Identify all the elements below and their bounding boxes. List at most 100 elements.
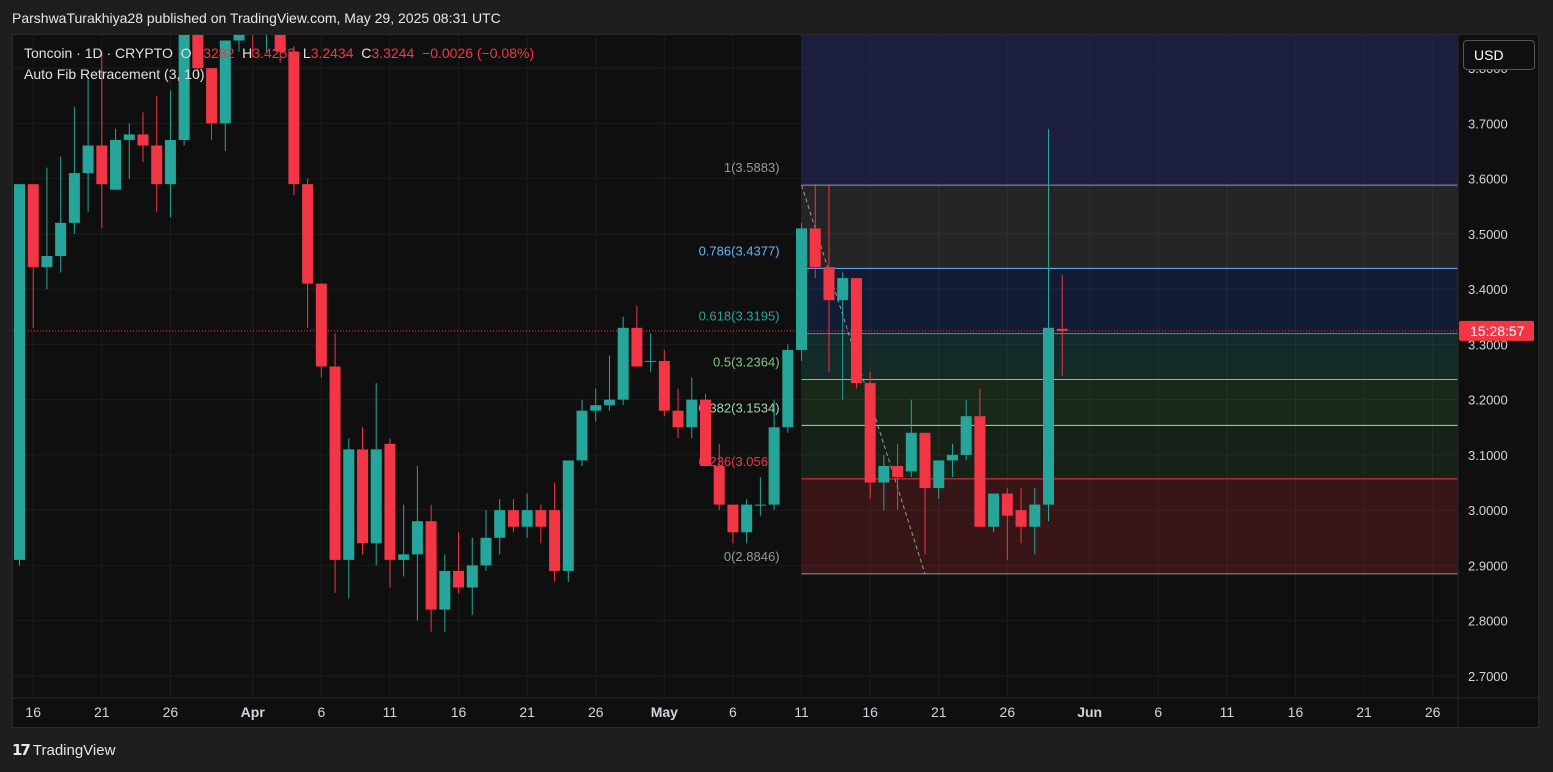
fib-level-label: 0(2.8846) — [724, 549, 780, 564]
candle-body[interactable] — [535, 510, 547, 527]
tradingview-brand: TradingView — [32, 741, 116, 759]
candle-body[interactable] — [974, 416, 986, 527]
candle-body[interactable] — [631, 327, 643, 367]
candle-body[interactable] — [905, 432, 917, 472]
candle-body[interactable] — [713, 465, 725, 505]
candle-body[interactable] — [315, 283, 327, 367]
candle-body[interactable] — [27, 184, 39, 268]
candle-body[interactable] — [233, 18, 245, 41]
time-tick-label: 26 — [588, 704, 604, 720]
candle-body[interactable] — [1029, 504, 1041, 527]
time-tick-label: 16 — [862, 704, 878, 720]
time-tick-label: Jun — [1077, 704, 1102, 720]
candle-body[interactable] — [864, 383, 876, 483]
close-label: C — [361, 45, 372, 61]
time-tick-label: 26 — [1425, 704, 1441, 720]
candle-body[interactable] — [754, 504, 766, 506]
candle-body[interactable] — [1056, 328, 1068, 331]
candle-body[interactable] — [933, 460, 945, 489]
candle-body[interactable] — [549, 510, 561, 571]
candle-body[interactable] — [700, 399, 711, 466]
candle-body[interactable] — [370, 449, 382, 544]
candle-body[interactable] — [123, 134, 135, 140]
candle-body[interactable] — [603, 399, 615, 406]
time-tick-label: 26 — [1000, 704, 1016, 720]
candle-body[interactable] — [645, 360, 657, 362]
low-value: 3.2434 — [310, 45, 354, 61]
candle-body[interactable] — [672, 410, 684, 428]
candle-body[interactable] — [137, 134, 149, 146]
candle-body[interactable] — [658, 360, 670, 411]
candle-body[interactable] — [727, 504, 739, 533]
tradingview-logo-icon: 𝟭𝟳 — [12, 742, 31, 759]
candle-body[interactable] — [14, 184, 25, 560]
open-value: 3.3282 — [191, 45, 235, 61]
candlestick-chart[interactable]: 1(3.5883) 0.786(3.4377) 0.618(3.3195) 0.5(3… — [0, 0, 1553, 772]
candle-body[interactable] — [110, 139, 122, 190]
candle-body[interactable] — [288, 51, 300, 185]
time-tick-label: 6 — [1154, 704, 1162, 720]
candle-body[interactable] — [55, 222, 67, 256]
candle-body[interactable] — [946, 454, 958, 461]
time-tick-label: 21 — [519, 704, 535, 720]
candle-body[interactable] — [466, 565, 478, 588]
candle-body[interactable] — [82, 145, 94, 174]
candle-body[interactable] — [809, 228, 821, 268]
time-tick-label: 11 — [1220, 704, 1235, 720]
candle-body[interactable] — [302, 184, 314, 284]
candle-body[interactable] — [96, 145, 108, 185]
candle-body[interactable] — [576, 410, 588, 461]
candle-body[interactable] — [782, 349, 794, 428]
fib-level-label: 0.618(3.3195) — [699, 309, 780, 324]
candle-body[interactable] — [411, 521, 423, 555]
candle-body[interactable] — [68, 173, 80, 223]
candle-body[interactable] — [988, 493, 1000, 527]
candle-body[interactable] — [521, 510, 533, 527]
candle-body[interactable] — [384, 443, 396, 560]
candle-body[interactable] — [562, 460, 574, 571]
candle-body[interactable] — [850, 278, 862, 384]
candle-body[interactable] — [823, 267, 835, 301]
currency-button[interactable]: USD — [1463, 40, 1535, 70]
candle-body[interactable] — [507, 510, 519, 527]
candle-body[interactable] — [453, 570, 465, 588]
fib-zone — [801, 185, 1458, 269]
close-value: 3.3244 — [371, 45, 415, 61]
candle-body[interactable] — [261, 29, 272, 35]
open-label: O — [180, 45, 192, 61]
time-tick-label: 16 — [451, 704, 467, 720]
candle-body[interactable] — [494, 510, 506, 538]
fib-zone — [801, 379, 1458, 426]
candle-body[interactable] — [480, 537, 492, 566]
candle-body[interactable] — [164, 139, 176, 185]
candle-body[interactable] — [343, 449, 355, 560]
candle-body[interactable] — [919, 432, 931, 489]
candle-body[interactable] — [892, 465, 904, 477]
candle-body[interactable] — [247, 18, 258, 35]
candle-body[interactable] — [357, 449, 368, 544]
candle-body[interactable] — [590, 405, 602, 411]
candle-body[interactable] — [1001, 493, 1013, 516]
candle-body[interactable] — [425, 521, 437, 610]
candle-body[interactable] — [1015, 510, 1027, 527]
candle-body[interactable] — [617, 327, 629, 400]
fib-level-label: 1(3.5883) — [724, 160, 780, 175]
candle-body[interactable] — [206, 68, 218, 124]
candle-body[interactable] — [41, 256, 53, 268]
candle-body[interactable] — [398, 554, 410, 560]
candle-body[interactable] — [329, 366, 341, 560]
candle-body[interactable] — [796, 228, 808, 350]
candle-body[interactable] — [878, 465, 890, 483]
tradingview-logo[interactable]: 𝟭𝟳 TradingView — [12, 741, 116, 760]
candle-body[interactable] — [686, 399, 698, 428]
indicator-legend[interactable]: Auto Fib Retracement (3, 10) — [24, 66, 205, 82]
candle-body[interactable] — [768, 427, 780, 505]
candle-body[interactable] — [837, 278, 849, 301]
candle-body[interactable] — [960, 416, 972, 455]
candle-body[interactable] — [1043, 327, 1054, 505]
candle-body[interactable] — [151, 145, 163, 185]
candle-body[interactable] — [439, 570, 451, 610]
symbol-label: Toncoin · 1D · CRYPTO — [24, 45, 173, 61]
candle-body[interactable] — [741, 504, 753, 533]
price-tick-label: 3.7000 — [1468, 116, 1508, 131]
